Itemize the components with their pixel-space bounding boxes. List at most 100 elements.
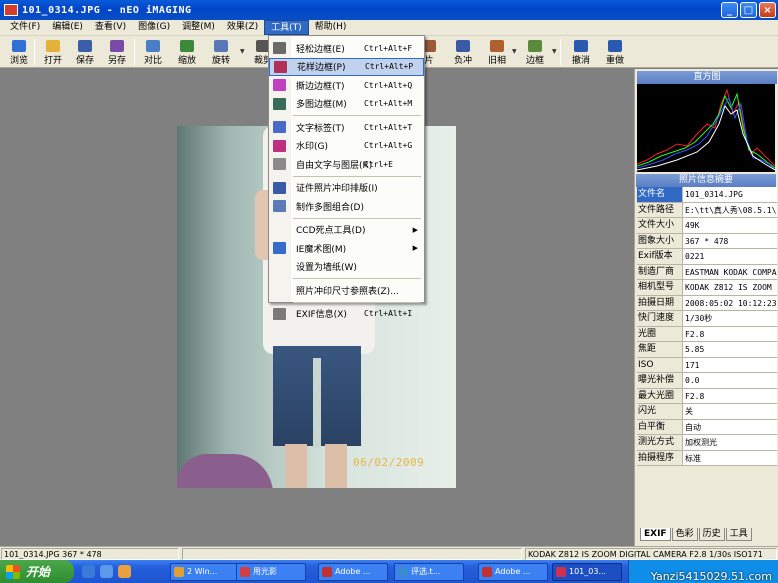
info-row[interactable]: 制造厂商 EASTMAN KODAK COMPANY <box>637 264 777 280</box>
tools-menu-item[interactable]: 自由文字与图层(R) Ctrl+E <box>269 155 424 173</box>
info-key: ISO <box>637 357 683 372</box>
tools-menu-item[interactable]: CCD死点工具(D) ▶ <box>269 221 424 239</box>
save-as-icon <box>110 40 124 52</box>
tools-menu-item[interactable]: 文字标签(T) Ctrl+Alt+T <box>269 118 424 136</box>
dropdown-arrow-icon[interactable]: ▼ <box>552 48 557 55</box>
info-row[interactable]: 光圈 F2.8 <box>637 326 777 342</box>
taskbar-task[interactable]: 用光影 <box>236 563 306 581</box>
panel-tab-1[interactable]: 色彩 <box>671 528 698 541</box>
zoom-icon <box>180 40 194 52</box>
tools-menu-item[interactable]: EXIF信息(X) Ctrl+Alt+I <box>269 305 424 323</box>
toolbar-button-12[interactable]: 撤消 <box>566 38 596 66</box>
toolbar-button-9[interactable]: 负冲 <box>448 38 478 66</box>
toolbar-button-2[interactable]: 保存 <box>70 38 100 66</box>
taskbar-task[interactable]: Adobe ... <box>478 563 548 581</box>
info-row[interactable]: 相机型号KODAK Z812 IS ZOOM DIGI <box>637 280 777 296</box>
toolbar-button-10[interactable]: 旧相 <box>482 38 512 66</box>
save-icon <box>78 40 92 52</box>
tools-menu-item[interactable]: 设置为墙纸(W) <box>269 258 424 276</box>
info-row[interactable]: 最大光圈 F2.8 <box>637 388 777 404</box>
tools-menu-item[interactable]: IE魔术图(M) ▶ <box>269 239 424 257</box>
panel-tab-3[interactable]: 工具 <box>725 528 752 541</box>
info-row[interactable]: 图象大小 367 * 478 <box>637 233 777 249</box>
info-value: KODAK Z812 IS ZOOM DIGI <box>683 280 777 295</box>
tools-menu-item[interactable]: 制作多图组合(D) <box>269 197 424 215</box>
menu-3[interactable]: 图像(G) <box>132 20 176 35</box>
menu-4[interactable]: 调整(M) <box>176 20 221 35</box>
info-row[interactable]: 拍摄程序 标准 <box>637 450 777 466</box>
toolbar-label: 浏览 <box>9 56 28 66</box>
tools-menu-shortcut: Ctrl+Alt+P <box>365 62 414 71</box>
info-row[interactable]: 快门速度 1/30秒 <box>637 311 777 327</box>
info-row[interactable]: 文件名 101_0314.JPG <box>637 187 777 203</box>
info-row[interactable]: 文件大小 49K <box>637 218 777 234</box>
tools-menu-item[interactable]: 花样边框(P) Ctrl+Alt+P <box>269 57 424 76</box>
tools-menu-label: CCD死点工具(D) <box>296 226 366 236</box>
negative-icon <box>456 40 470 52</box>
media-quicklaunch-icon[interactable] <box>118 565 131 578</box>
tools-menu-label: 花样边框(P) <box>297 63 346 73</box>
menu-0[interactable]: 文件(F) <box>4 20 46 35</box>
pattern-frame-icon <box>274 60 287 73</box>
status-bar: 101_0314.JPG 367 * 478 KODAK Z812 IS ZOO… <box>0 546 778 560</box>
start-label: 开始 <box>26 565 51 579</box>
panel-tab-2[interactable]: 历史 <box>698 528 725 541</box>
tools-menu-item[interactable]: 水印(G) Ctrl+Alt+G <box>269 137 424 155</box>
window-controls: _ □ × <box>721 2 776 18</box>
toolbar-button-13[interactable]: 重做 <box>600 38 630 66</box>
info-row[interactable]: 拍摄日期 2008:05:02 10:12:23 <box>637 295 777 311</box>
tools-menu-item[interactable]: 撕边边框(T) Ctrl+Alt+Q <box>269 76 424 94</box>
menu-7[interactable]: 帮助(H) <box>309 20 353 35</box>
toolbar-button-4[interactable]: 对比 <box>138 38 168 66</box>
photo-date-stamp: 06/02/2009 <box>353 456 425 469</box>
menu-6[interactable]: 工具(T) <box>264 20 309 35</box>
maximize-button[interactable]: □ <box>740 2 757 18</box>
toolbar-button-5[interactable]: 缩放 <box>172 38 202 66</box>
panel-tab-0[interactable]: EXIF <box>640 528 671 541</box>
menu-separator <box>293 301 421 303</box>
start-button[interactable]: 开始 <box>0 560 74 583</box>
info-row[interactable]: 文件路径 E:\tt\真人秀\08.5.1\ <box>637 202 777 218</box>
status-file: 101_0314.JPG 367 * 478 <box>1 548 179 560</box>
task-label: 2 Win... <box>187 567 218 576</box>
desktop-quicklaunch-icon[interactable] <box>100 565 113 578</box>
info-row[interactable]: 曝光补偿 0.0 <box>637 373 777 389</box>
taskbar-task[interactable]: 2 Win... <box>170 563 240 581</box>
ie-quicklaunch-icon[interactable] <box>82 565 95 578</box>
toolbar-button-0[interactable]: 浏览 <box>4 38 34 66</box>
dropdown-arrow-icon[interactable]: ▼ <box>512 48 517 55</box>
tools-menu-label: 多图边框(M) <box>296 100 347 110</box>
taskbar-task[interactable]: Adobe ... <box>318 563 388 581</box>
menu-5[interactable]: 效果(Z) <box>221 20 264 35</box>
toolbar-button-11[interactable]: 边框 <box>520 38 550 66</box>
tools-menu-item[interactable]: 轻松边框(E) Ctrl+Alt+F <box>269 39 424 57</box>
info-row[interactable]: Exif版本 0221 <box>637 249 777 265</box>
info-row[interactable]: 测光方式 加权测光 <box>637 435 777 451</box>
taskbar-task[interactable]: 评选.t... <box>394 563 464 581</box>
toolbar-button-1[interactable]: 打开 <box>38 38 68 66</box>
windows-logo-icon <box>6 564 20 579</box>
taskbar-task[interactable]: 101_03... <box>552 563 622 581</box>
info-row[interactable]: 焦距 5.85 <box>637 342 777 358</box>
dropdown-arrow-icon[interactable]: ▼ <box>240 48 245 55</box>
info-key: Exif版本 <box>637 249 683 264</box>
tools-menu-label: 证件照片冲印排版(I) <box>296 184 378 194</box>
info-row[interactable]: ISO 171 <box>637 357 777 373</box>
menu-1[interactable]: 编辑(E) <box>46 20 89 35</box>
tools-menu-label: EXIF信息(X) <box>296 310 347 320</box>
menu-2[interactable]: 查看(V) <box>89 20 132 35</box>
minimize-button[interactable]: _ <box>721 2 738 18</box>
toolbar-button-3[interactable]: 另存 <box>102 38 132 66</box>
info-row[interactable]: 白平衡 自动 <box>637 419 777 435</box>
browse-icon <box>12 40 26 52</box>
info-value: 标准 <box>683 450 777 465</box>
tools-menu-item[interactable]: 多图边框(M) Ctrl+Alt+M <box>269 95 424 113</box>
tools-menu-label: 照片冲印尺寸参照表(Z)... <box>296 286 399 297</box>
close-button[interactable]: × <box>759 2 776 18</box>
histogram-graph <box>637 88 775 171</box>
tools-menu-item[interactable]: 证件照片冲印排版(I) <box>269 179 424 197</box>
info-row[interactable]: 闪光关 <box>637 404 777 420</box>
menu-separator <box>293 278 421 279</box>
tools-menu-item[interactable]: 照片冲印尺寸参照表(Z)... <box>269 281 424 299</box>
toolbar-button-6[interactable]: 旋转 <box>206 38 236 66</box>
